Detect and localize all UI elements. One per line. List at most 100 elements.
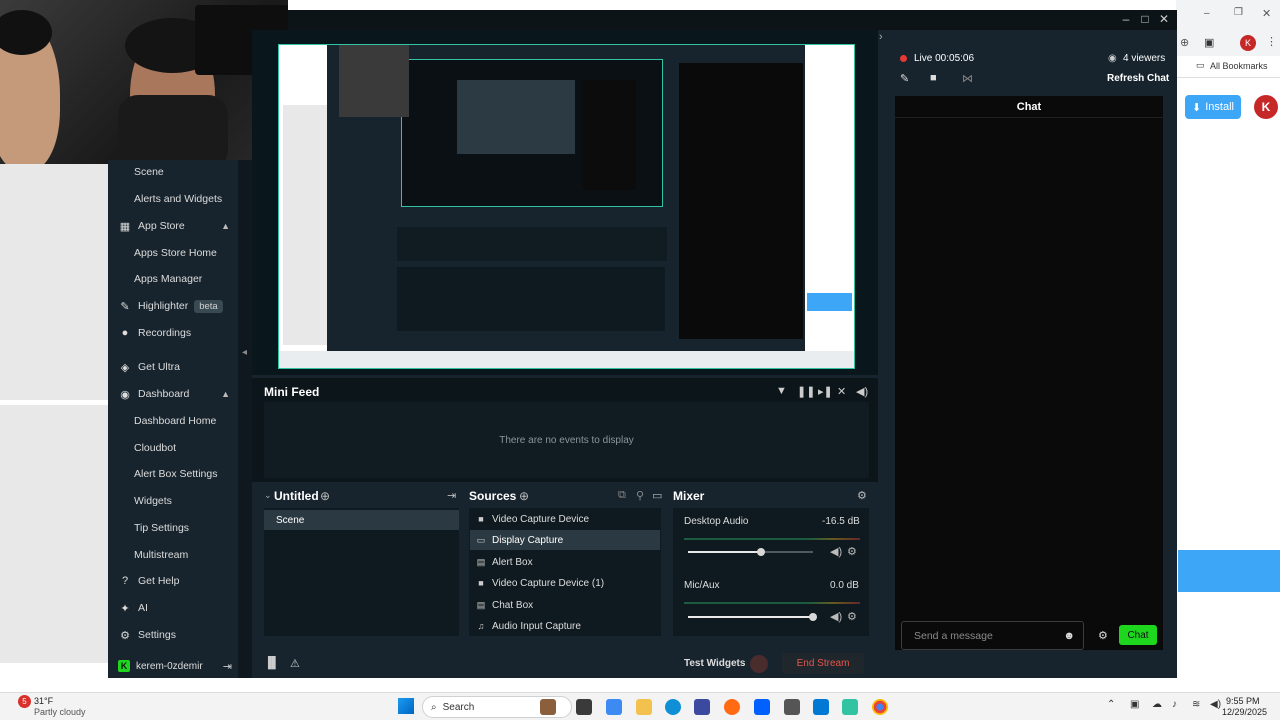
source-item-video-capture-1[interactable]: ■ Video Capture Device (1)	[470, 573, 660, 593]
display-capture-preview[interactable]	[278, 44, 855, 369]
sidebar-item-scene[interactable]: Scene	[108, 161, 238, 183]
pause-icon[interactable]: ❚❚	[797, 385, 815, 398]
copilot-icon[interactable]	[606, 699, 622, 715]
menu-icon[interactable]: ⋮	[1266, 35, 1277, 48]
maximize-icon[interactable]: ❐	[1234, 7, 1243, 18]
sidebar-item-recordings[interactable]: ● Recordings	[108, 322, 238, 344]
source-item-alert-box[interactable]: ▤ Alert Box	[470, 552, 660, 572]
profile-avatar[interactable]: K	[1254, 95, 1278, 119]
sidebar-item-apps-manager[interactable]: Apps Manager	[108, 268, 238, 290]
app-icon[interactable]	[784, 699, 800, 715]
mute-icon[interactable]: ◀)	[830, 545, 842, 558]
microphone-icon[interactable]: ♪	[1172, 699, 1177, 710]
profile-avatar-small[interactable]: K	[1240, 35, 1256, 51]
record-button[interactable]	[750, 655, 768, 673]
sidebar-item-highlighter[interactable]: ✎ Highlighter beta	[108, 295, 238, 317]
logout-icon[interactable]: ⇥	[223, 660, 232, 673]
edit-stream-icon[interactable]: ✎	[900, 72, 909, 85]
clock-time[interactable]: 9:55 PM	[1226, 696, 1260, 706]
collapse-sidebar-icon[interactable]: ◂	[242, 347, 247, 358]
end-stream-button[interactable]: End Stream	[782, 653, 864, 674]
close-icon[interactable]: ✕	[1262, 7, 1271, 20]
scene-collection-title[interactable]: Untitled	[274, 489, 319, 503]
sidebar-item-dashboard[interactable]: ◉ Dashboard ▲	[108, 383, 238, 405]
extension-icon[interactable]: ⊕	[1180, 36, 1189, 49]
streamlabs-icon[interactable]	[842, 699, 858, 715]
window-maximize-button[interactable]: □	[1135, 12, 1155, 26]
ultra-icon: ◈	[120, 361, 130, 374]
sidebar-item-settings[interactable]: ⚙ Settings	[108, 624, 238, 646]
camera-toggle-icon[interactable]: ■	[930, 72, 937, 84]
volume-icon[interactable]: ◀)	[1210, 699, 1221, 710]
alert-warning-icon[interactable]: ⚠	[290, 657, 300, 670]
skip-icon[interactable]: ▸❚	[818, 385, 833, 398]
sidebar-item-get-help[interactable]: ? Get Help	[108, 570, 238, 592]
volume-slider-knob[interactable]	[757, 548, 765, 556]
show-hidden-icons[interactable]: ⌃	[1107, 699, 1115, 710]
chat-message-input[interactable]: Send a message ☻	[901, 621, 1084, 650]
source-item-video-capture[interactable]: ■ Video Capture Device	[470, 509, 660, 529]
source-item-audio-input[interactable]: ♫ Audio Input Capture	[470, 616, 660, 636]
mixer-settings-icon[interactable]: ⚙	[857, 489, 867, 502]
refresh-chat-button[interactable]: Refresh Chat	[1107, 73, 1169, 84]
channel-settings-icon[interactable]: ⚙	[847, 545, 857, 558]
volume-slider-knob[interactable]	[809, 613, 817, 621]
tray-app-icon[interactable]: ☁	[1152, 699, 1162, 710]
sidebar-item-dashboard-home[interactable]: Dashboard Home	[108, 410, 238, 432]
sidebar-item-alert-box-settings[interactable]: Alert Box Settings	[108, 463, 238, 485]
mute-alerts-icon[interactable]: ✕	[837, 385, 846, 398]
window-close-button[interactable]: ✕	[1154, 12, 1174, 26]
user-account[interactable]: K kerem-0zdemir ⇥	[108, 655, 238, 677]
test-widgets-button[interactable]: Test Widgets	[684, 658, 745, 669]
filter-icon[interactable]: ▼	[776, 385, 787, 397]
bookmarks-bar[interactable]: ▭ All Bookmarks	[1176, 56, 1280, 78]
captured-webcam	[339, 45, 409, 117]
app-icon[interactable]	[694, 699, 710, 715]
source-group-icon[interactable]: ⧉	[618, 489, 626, 502]
windows-start-icon[interactable]	[398, 698, 414, 714]
channel-settings-icon[interactable]: ⚙	[847, 610, 857, 623]
share-icon[interactable]: ⋈	[962, 72, 973, 85]
chat-settings-icon[interactable]: ⚙	[1098, 629, 1108, 642]
file-explorer-icon[interactable]	[636, 699, 652, 715]
install-button[interactable]: ⬇ Install	[1185, 95, 1241, 119]
weather-badge[interactable]: 5	[18, 695, 31, 708]
add-source-icon[interactable]: ⊕	[519, 489, 529, 503]
mute-icon[interactable]: ◀)	[830, 610, 842, 623]
edge-icon[interactable]	[665, 699, 681, 715]
scene-transition-icon[interactable]: ⇥	[447, 489, 456, 502]
scene-item[interactable]: Scene	[264, 510, 459, 530]
firefox-icon[interactable]	[724, 699, 740, 715]
sidebar-item-cloudbot[interactable]: Cloudbot	[108, 437, 238, 459]
emoji-icon[interactable]: ☻	[1063, 630, 1075, 642]
window-minimize-button[interactable]: –	[1116, 12, 1136, 26]
expand-chat-icon[interactable]: ›	[879, 31, 883, 43]
outlook-icon[interactable]	[813, 699, 829, 715]
sidebar-item-alerts-widgets[interactable]: Alerts and Widgets	[108, 188, 238, 210]
add-scene-icon[interactable]: ⊕	[320, 489, 330, 503]
source-item-display-capture[interactable]: ▭ Display Capture	[470, 530, 660, 550]
sidebar-item-tip-settings[interactable]: Tip Settings	[108, 517, 238, 539]
add-folder-icon[interactable]: ▭	[652, 489, 662, 502]
performance-icon[interactable]: ▐▌	[264, 657, 280, 669]
chevron-up-icon: ▲	[221, 221, 230, 231]
sidebar-item-multistream[interactable]: Multistream	[108, 544, 238, 566]
minimize-icon[interactable]: –	[1204, 8, 1210, 19]
wifi-icon[interactable]: ≋	[1192, 699, 1200, 710]
chrome-icon[interactable]	[872, 699, 888, 715]
sidebar-item-apps-store-home[interactable]: Apps Store Home	[108, 242, 238, 264]
tray-app-icon[interactable]: ▣	[1130, 699, 1139, 710]
profile-manager-icon[interactable]: ▣	[1204, 36, 1214, 49]
sidebar-item-app-store[interactable]: ▦ App Store ▲	[108, 215, 238, 237]
volume-icon[interactable]: ◀)	[856, 385, 868, 398]
sidebar-item-ai[interactable]: ✦ AI	[108, 597, 238, 619]
chevron-down-icon[interactable]: ⌄	[264, 490, 272, 501]
task-view-icon[interactable]	[576, 699, 592, 715]
source-item-chat-box[interactable]: ▤ Chat Box	[470, 595, 660, 615]
source-filters-icon[interactable]: ⚲	[636, 489, 644, 502]
chat-send-button[interactable]: Chat	[1119, 625, 1157, 645]
dropbox-icon[interactable]	[754, 699, 770, 715]
sidebar-item-widgets[interactable]: Widgets	[108, 490, 238, 512]
sidebar-item-get-ultra[interactable]: ◈ Get Ultra	[108, 356, 238, 378]
clock-date[interactable]: 12/29/2025	[1222, 707, 1267, 717]
